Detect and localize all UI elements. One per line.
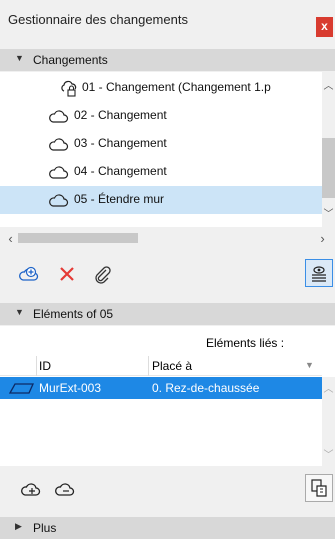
change-item-label: 04 - Changement — [74, 164, 167, 178]
changes-vertical-scrollbar[interactable]: ︿ ﹀ — [322, 72, 335, 227]
scroll-down-icon[interactable]: ﹀ — [322, 449, 335, 462]
row-id: MurExt-003 — [39, 381, 102, 395]
changes-horizontal-scrollbar[interactable]: ‹ › — [0, 227, 335, 249]
stack-view-icon — [312, 266, 326, 282]
elements-section-label: Eléments of 05 — [33, 307, 114, 321]
change-item-04[interactable]: 04 - Changement — [0, 158, 322, 186]
attach-icon[interactable] — [92, 264, 112, 284]
table-header: ID Placé à ▼ — [0, 356, 322, 376]
collapse-triangle-icon: ▼ — [15, 307, 24, 317]
linked-elements-label: Eléments liés : — [206, 336, 285, 350]
more-section-header[interactable]: ▶ Plus — [0, 517, 335, 539]
change-item-01[interactable]: 01 - Changement (Changement 1.p — [0, 74, 322, 102]
expand-triangle-icon: ▶ — [15, 521, 22, 531]
dropdown-arrow-icon[interactable]: ▼ — [305, 360, 314, 370]
more-section-label: Plus — [33, 521, 57, 535]
locked-cloud-icon — [61, 80, 77, 97]
table-row[interactable]: MurExt-003 0. Rez-de-chaussée — [0, 377, 322, 399]
collapse-triangle-icon: ▼ — [15, 53, 24, 63]
column-header-id[interactable]: ID — [39, 359, 51, 373]
changes-toolbar — [0, 253, 335, 293]
window-title: Gestionnaire des changements — [8, 12, 188, 27]
change-item-label: 03 - Changement — [74, 136, 167, 150]
cloud-icon — [49, 194, 69, 207]
add-element-icon[interactable] — [20, 478, 44, 500]
scroll-left-icon[interactable]: ‹ — [4, 232, 17, 245]
changes-tree: 01 - Changement (Changement 1.p 02 - Cha… — [0, 72, 322, 227]
element-select-icon — [311, 479, 327, 497]
elements-toolbar — [0, 466, 335, 514]
change-item-03[interactable]: 03 - Changement — [0, 130, 322, 158]
view-toggle-button[interactable] — [305, 259, 333, 287]
column-header-placed[interactable]: Placé à — [152, 359, 192, 373]
scrollbar-thumb[interactable] — [322, 138, 335, 198]
changes-section-label: Changements — [33, 53, 108, 67]
title-bar: Gestionnaire des changements x — [0, 0, 335, 45]
select-elements-button[interactable] — [305, 474, 333, 502]
new-change-icon[interactable] — [18, 263, 42, 285]
cloud-icon — [49, 166, 69, 179]
cloud-icon — [49, 138, 69, 151]
elements-section-header[interactable]: ▼ Eléments of 05 — [0, 303, 335, 325]
change-item-label: 01 - Changement (Changement 1.p — [82, 80, 271, 94]
row-placed: 0. Rez-de-chaussée — [152, 381, 260, 395]
change-item-02[interactable]: 02 - Changement — [0, 102, 322, 130]
wall-icon — [8, 383, 34, 394]
elements-vertical-scrollbar[interactable]: ︿ ﹀ — [322, 377, 335, 466]
scroll-right-icon[interactable]: › — [316, 232, 329, 245]
change-item-label: 05 - Étendre mur — [74, 192, 165, 206]
remove-element-icon[interactable] — [54, 478, 78, 500]
delete-icon[interactable] — [58, 265, 76, 283]
change-item-05[interactable]: 05 - Étendre mur — [0, 186, 322, 214]
scroll-up-icon[interactable]: ︿ — [322, 80, 335, 93]
scrollbar-thumb[interactable] — [18, 233, 138, 243]
close-button[interactable]: x — [316, 17, 333, 37]
scroll-up-icon[interactable]: ︿ — [322, 383, 335, 396]
cloud-icon — [49, 110, 69, 123]
changes-section-header[interactable]: ▼ Changements — [0, 49, 335, 71]
scroll-down-icon[interactable]: ﹀ — [322, 208, 335, 221]
change-item-label: 02 - Changement — [74, 108, 167, 122]
